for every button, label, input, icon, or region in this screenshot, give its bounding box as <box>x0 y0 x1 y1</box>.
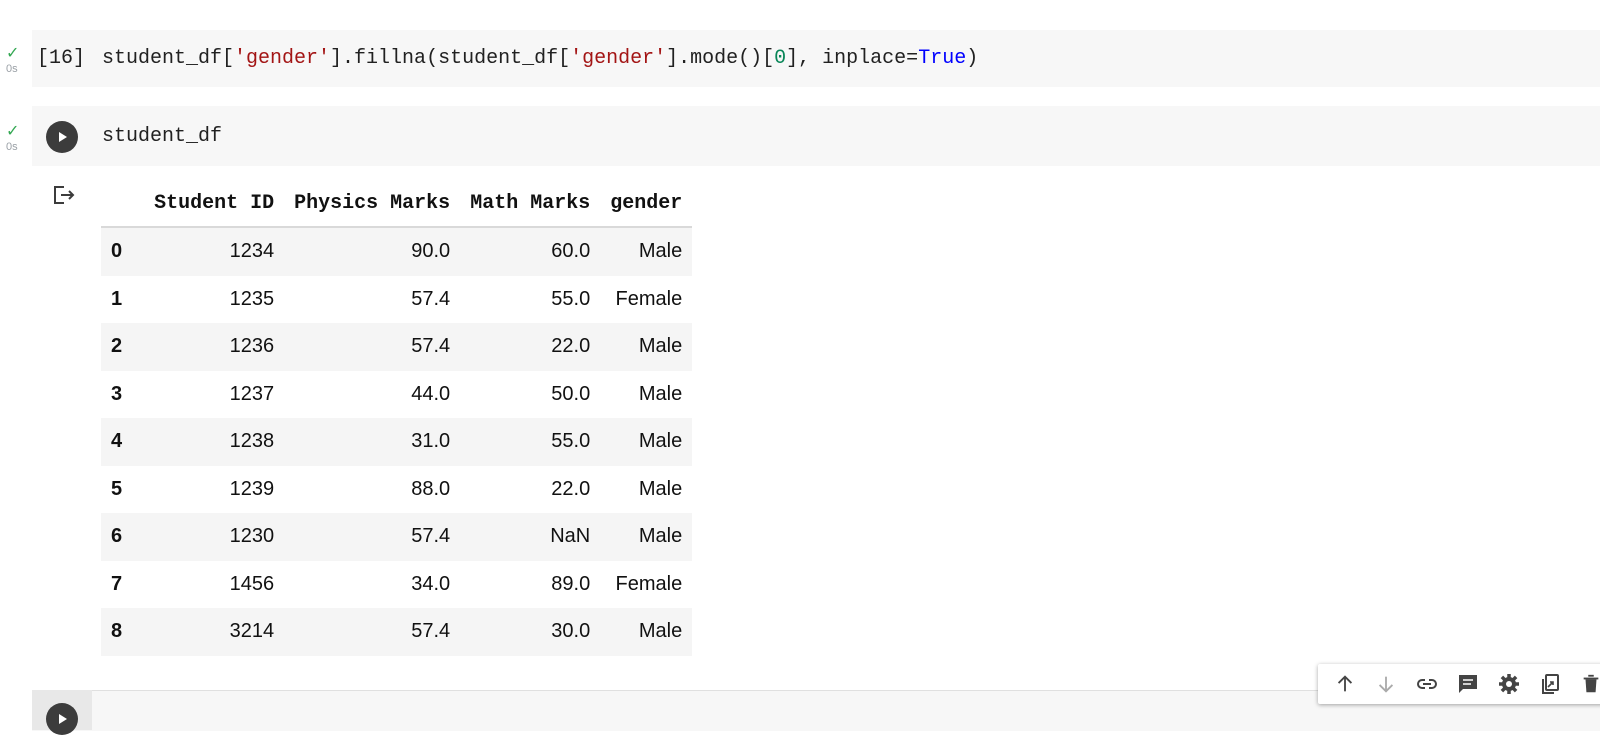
mirror-cell-button[interactable] <box>1529 664 1570 704</box>
copy-link-button[interactable] <box>1406 664 1447 704</box>
table-cell: Male <box>600 466 692 514</box>
table-cell: Male <box>600 323 692 371</box>
table-cell: 57.4 <box>284 608 460 656</box>
table-cell: Female <box>600 561 692 609</box>
execution-count: [16] <box>37 47 85 70</box>
cell-toolbar <box>1318 664 1600 704</box>
table-cell: 1235 <box>144 276 284 324</box>
table-cell: 30.0 <box>460 608 600 656</box>
table-cell: 44.0 <box>284 371 460 419</box>
table-cell: 50.0 <box>460 371 600 419</box>
table-cell: 31.0 <box>284 418 460 466</box>
table-row: 5123988.022.0Male <box>101 466 692 514</box>
table-header-row: Student IDPhysics MarksMath Marksgender <box>101 180 692 227</box>
table-cell: 90.0 <box>284 227 460 276</box>
delete-cell-button[interactable] <box>1570 664 1600 704</box>
table-cell: 34.0 <box>284 561 460 609</box>
comment-icon <box>1456 672 1480 696</box>
table-row: 7145634.089.0Female <box>101 561 692 609</box>
table-cell: NaN <box>460 513 600 561</box>
table-cell: 1237 <box>144 371 284 419</box>
table-row: 0123490.060.0Male <box>101 227 692 276</box>
row-index: 6 <box>101 513 144 561</box>
index-header <box>101 180 144 227</box>
settings-icon <box>1497 672 1521 696</box>
cell-2-status: ✓ 0s <box>6 124 32 154</box>
column-header: Math Marks <box>460 180 600 227</box>
cell-1-status: ✓ 0s <box>6 46 32 76</box>
cell-settings-button[interactable] <box>1488 664 1529 704</box>
add-comment-button[interactable] <box>1447 664 1488 704</box>
column-header: Physics Marks <box>284 180 460 227</box>
code-cell-2[interactable] <box>32 106 1600 166</box>
table-cell: 1230 <box>144 513 284 561</box>
delete-icon <box>1580 673 1600 695</box>
success-check-icon: ✓ <box>6 46 32 62</box>
row-index: 1 <box>101 276 144 324</box>
execution-time: 0s <box>6 63 32 76</box>
cell-2-code[interactable]: student_df <box>102 125 222 148</box>
table-cell: 57.4 <box>284 323 460 371</box>
table-cell: 55.0 <box>460 418 600 466</box>
table-cell: Male <box>600 513 692 561</box>
table-row: 8321457.430.0Male <box>101 608 692 656</box>
table-cell: 60.0 <box>460 227 600 276</box>
mirror-cell-icon <box>1538 672 1562 696</box>
row-index: 0 <box>101 227 144 276</box>
move-up-button[interactable] <box>1324 664 1365 704</box>
table-cell: 1234 <box>144 227 284 276</box>
move-down-icon <box>1375 673 1397 695</box>
move-up-icon <box>1334 673 1356 695</box>
table-cell: Male <box>600 608 692 656</box>
run-cell-button[interactable] <box>46 703 78 735</box>
table-body: 0123490.060.0Male1123557.455.0Female2123… <box>101 227 692 656</box>
table-cell: Male <box>600 227 692 276</box>
table-cell: 57.4 <box>284 276 460 324</box>
play-icon <box>55 712 69 726</box>
table-cell: 22.0 <box>460 466 600 514</box>
row-index: 8 <box>101 608 144 656</box>
table-row: 4123831.055.0Male <box>101 418 692 466</box>
success-check-icon: ✓ <box>6 124 32 140</box>
table-row: 2123657.422.0Male <box>101 323 692 371</box>
table-cell: 1239 <box>144 466 284 514</box>
table-cell: Male <box>600 371 692 419</box>
link-icon <box>1415 672 1439 696</box>
cell-1-code[interactable]: student_df['gender'].fillna(student_df['… <box>102 47 978 70</box>
row-index: 2 <box>101 323 144 371</box>
row-index: 4 <box>101 418 144 466</box>
table-cell: 1456 <box>144 561 284 609</box>
run-cell-button[interactable] <box>46 121 78 153</box>
column-header: Student ID <box>144 180 284 227</box>
execution-time: 0s <box>6 141 32 154</box>
table-cell: 89.0 <box>460 561 600 609</box>
table-cell: 88.0 <box>284 466 460 514</box>
table-cell: Female <box>600 276 692 324</box>
table-row: 1123557.455.0Female <box>101 276 692 324</box>
table-cell: 1236 <box>144 323 284 371</box>
dataframe-table: Student IDPhysics MarksMath Marksgender … <box>101 180 692 656</box>
table-cell: Male <box>600 418 692 466</box>
row-index: 3 <box>101 371 144 419</box>
row-index: 7 <box>101 561 144 609</box>
table-cell: 1238 <box>144 418 284 466</box>
table-cell: 3214 <box>144 608 284 656</box>
output-options-icon[interactable] <box>52 183 76 212</box>
play-icon <box>55 130 69 144</box>
table-row: 6123057.4NaNMale <box>101 513 692 561</box>
row-index: 5 <box>101 466 144 514</box>
table-cell: 57.4 <box>284 513 460 561</box>
table-cell: 22.0 <box>460 323 600 371</box>
table-cell: 55.0 <box>460 276 600 324</box>
move-down-button[interactable] <box>1365 664 1406 704</box>
table-row: 3123744.050.0Male <box>101 371 692 419</box>
column-header: gender <box>600 180 692 227</box>
